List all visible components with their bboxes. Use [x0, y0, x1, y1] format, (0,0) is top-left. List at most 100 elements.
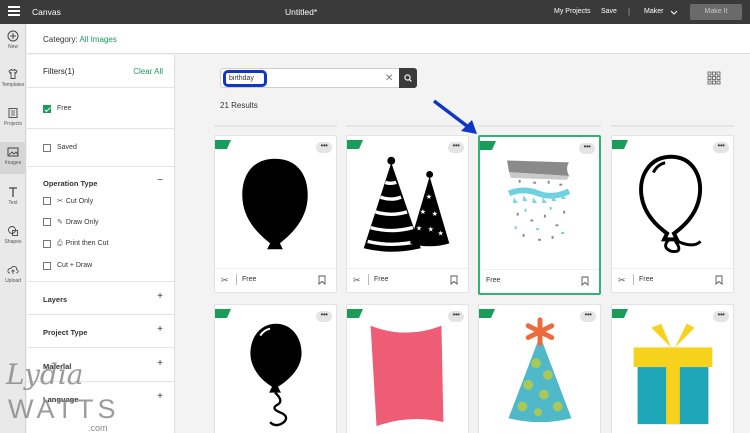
free-label: Free	[486, 277, 501, 284]
bookmark-icon[interactable]	[318, 275, 326, 285]
category-bar: Category: All Images	[27, 24, 750, 54]
balloon-outline-image	[639, 154, 703, 253]
expand-project-type-button[interactable]: +	[157, 324, 163, 335]
confetti-banner-image	[507, 160, 571, 241]
collapse-operation-type-button[interactable]: −	[157, 175, 163, 186]
topbar-separator: |	[628, 7, 631, 16]
upload-icon	[7, 266, 19, 274]
clear-search-icon[interactable]: ✕	[385, 73, 393, 84]
draw-only-checkbox[interactable]	[43, 218, 51, 226]
search-icon	[404, 74, 412, 82]
rail-projects[interactable]: Projects	[0, 107, 26, 127]
search-input[interactable]: birthday	[223, 70, 267, 87]
scissors-icon: ✂	[618, 275, 626, 285]
layers-heading: Layers	[43, 295, 68, 304]
image-card-selected[interactable]: ••• Free	[478, 135, 601, 295]
text-icon	[9, 187, 17, 197]
draw-only-option: ✎ Draw Only	[57, 218, 99, 226]
divider	[236, 274, 237, 285]
striped-party-hats-image: ★ ★ ★ ★ ★ ★	[363, 156, 450, 252]
free-label: Free	[374, 276, 389, 283]
app-name: Canvas	[32, 7, 61, 17]
hamburger-menu-icon[interactable]	[8, 6, 20, 18]
shapes-icon	[8, 226, 18, 236]
pen-icon: ✎	[57, 219, 63, 226]
svg-text:★: ★	[438, 229, 444, 237]
plus-circle-icon	[7, 30, 19, 42]
watermark-logo: Lydia WATTS .com	[0, 352, 130, 433]
svg-text:★: ★	[426, 193, 432, 201]
rail-label-new: New	[7, 44, 18, 50]
image-card[interactable]: •••	[214, 304, 337, 433]
divider	[27, 281, 175, 282]
free-checkbox[interactable]	[43, 105, 51, 113]
card-footer: ✂ Free	[612, 268, 733, 292]
document-title[interactable]: Untitled*	[285, 7, 317, 17]
rail-images[interactable]: Images	[0, 142, 26, 174]
make-it-button[interactable]: Make It	[690, 4, 742, 20]
clear-all-link[interactable]: Clear All	[133, 67, 163, 76]
bookmark-icon[interactable]	[450, 275, 458, 285]
watermark-line2: WATTS	[8, 394, 120, 424]
scissors-icon: ✂	[353, 275, 361, 285]
rail-label-text: Text	[8, 200, 18, 206]
filters-title: Filters(1)	[43, 67, 75, 76]
image-card[interactable]: •••	[478, 304, 601, 433]
divider	[368, 274, 369, 285]
rail-shapes[interactable]: Shapes	[0, 225, 26, 245]
bookmark-icon[interactable]	[581, 276, 589, 286]
cut-only-label: Cut Only	[65, 198, 94, 205]
print-then-cut-option: ⎙ Print then Cut	[57, 240, 108, 248]
projects-icon	[8, 108, 18, 118]
image-icon	[7, 147, 19, 157]
rail-new[interactable]: New	[0, 30, 26, 50]
svg-text:★: ★	[432, 210, 438, 218]
print-then-cut-checkbox[interactable]	[43, 240, 51, 248]
svg-text:★: ★	[428, 226, 434, 234]
cut-only-checkbox[interactable]	[43, 197, 51, 205]
divider	[27, 166, 175, 167]
image-card[interactable]: ••• ✂ Free	[611, 135, 734, 293]
rail-upload[interactable]: Upload	[0, 264, 26, 284]
grid-view-icon[interactable]	[707, 71, 721, 85]
save-button[interactable]: Save	[601, 8, 617, 15]
row-separator	[214, 125, 337, 127]
project-type-heading: Project Type	[43, 328, 88, 337]
top-bar: Canvas Untitled* My Projects Save | Make…	[0, 0, 750, 24]
divider	[27, 347, 175, 348]
results-area: birthday ✕ 21 Results ••• ✂ Free Fre	[176, 55, 750, 433]
chevron-down-icon[interactable]	[670, 9, 678, 17]
saved-label: Saved	[57, 144, 77, 151]
machine-select[interactable]: Maker	[644, 8, 663, 15]
image-card[interactable]: Free ••• ★ ★ ★ ★ ★ ★ ✂	[346, 135, 469, 293]
operation-type-heading: Operation Type	[43, 179, 98, 188]
pink-banner-flag-image	[370, 325, 444, 427]
image-card[interactable]: •••	[611, 304, 734, 433]
expand-layers-button[interactable]: +	[157, 291, 163, 302]
rail-label-projects: Projects	[3, 121, 23, 127]
expand-material-button[interactable]: +	[157, 358, 163, 369]
cut-draw-label: Cut + Draw	[57, 262, 93, 269]
cut-only-option: ✂ Cut Only	[57, 197, 93, 205]
cut-draw-checkbox[interactable]	[43, 262, 51, 270]
category-value[interactable]: All Images	[79, 35, 116, 44]
search-button[interactable]	[399, 68, 417, 88]
rail-text[interactable]: Text	[0, 186, 26, 206]
balloon-silhouette-image	[242, 158, 308, 250]
image-card[interactable]: •••	[346, 304, 469, 433]
divider	[27, 314, 175, 315]
print-then-cut-label: Print then Cut	[65, 240, 109, 247]
saved-checkbox[interactable]	[43, 144, 51, 152]
shirt-icon	[8, 68, 18, 79]
draw-only-label: Draw Only	[65, 219, 99, 226]
category-breadcrumb[interactable]: Category: All Images	[43, 35, 117, 44]
bookmark-icon[interactable]	[715, 275, 723, 285]
scissors-icon: ✂	[221, 275, 229, 285]
image-card[interactable]: ••• ✂ Free	[214, 135, 337, 293]
expand-language-button[interactable]: +	[157, 391, 163, 402]
row-separator	[611, 125, 734, 127]
my-projects-link[interactable]: My Projects	[554, 8, 591, 15]
search-box[interactable]: birthday ✕	[220, 68, 417, 88]
rail-templates[interactable]: Templates	[0, 68, 26, 88]
gift-box-image	[633, 323, 713, 425]
